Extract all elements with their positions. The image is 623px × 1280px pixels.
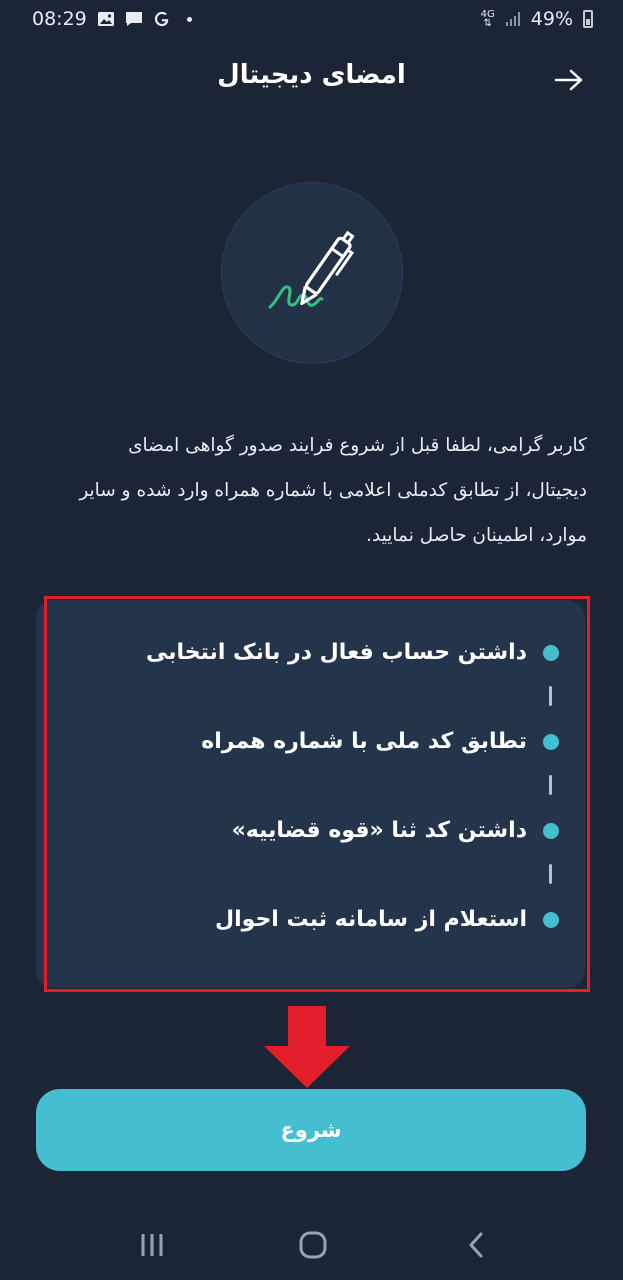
- bullet-dot-icon: [543, 644, 559, 661]
- requirement-connector: [549, 775, 552, 795]
- bullet-dot-icon: [543, 733, 559, 750]
- bullet-dot-icon: [543, 911, 559, 928]
- back-button[interactable]: [551, 64, 587, 96]
- intro-text: کاربر گرامی، لطفا قبل از شروع فرایند صدو…: [27, 423, 587, 558]
- intro-line: کاربر گرامی، لطفا قبل از شروع فرایند صدو…: [128, 435, 587, 456]
- home-button[interactable]: [283, 1222, 343, 1268]
- arrow-down-annotation-icon: [264, 1006, 350, 1088]
- status-bar: 08:29 4G ⇅ 49%: [0, 0, 623, 38]
- requirement-item: استعلام از سامانه ثبت احوال: [215, 907, 559, 932]
- image-icon: [97, 12, 114, 26]
- requirement-connector: [549, 864, 552, 884]
- requirement-label: استعلام از سامانه ثبت احوال: [215, 907, 527, 932]
- message-icon: [125, 12, 142, 26]
- intro-line: موارد، اطمینان حاصل نمایید.: [366, 525, 587, 546]
- requirements-card: داشتن حساب فعال در بانک انتخابی تطابق کد…: [36, 600, 585, 988]
- recent-apps-button[interactable]: [122, 1222, 182, 1268]
- start-button[interactable]: شروع: [36, 1089, 586, 1171]
- home-icon: [299, 1231, 327, 1259]
- status-left: 08:29: [32, 8, 192, 30]
- battery-icon: [583, 10, 593, 28]
- signal-icon: [505, 12, 520, 26]
- requirement-label: تطابق کد ملی با شماره همراه: [201, 729, 527, 754]
- hero-icon-circle: [221, 182, 403, 364]
- requirement-item: داشتن حساب فعال در بانک انتخابی: [146, 640, 559, 665]
- arrow-right-icon: [554, 69, 583, 91]
- battery-percent: 49%: [530, 8, 573, 30]
- recent-apps-icon: [141, 1234, 163, 1256]
- status-right: 4G ⇅ 49%: [481, 8, 593, 30]
- pen-signature-icon: [268, 230, 355, 309]
- back-chevron-icon: [469, 1232, 483, 1258]
- network-indicator: 4G ⇅: [480, 9, 495, 29]
- bullet-dot-icon: [543, 822, 559, 839]
- requirement-item: تطابق کد ملی با شماره همراه: [201, 729, 559, 754]
- google-icon: [154, 11, 168, 27]
- requirement-label: داشتن کد ثنا «قوه قضاییه»: [231, 818, 527, 843]
- intro-line: دیجیتال، از تطابق کدملی اعلامی با شماره …: [79, 480, 587, 501]
- requirement-item: داشتن کد ثنا «قوه قضاییه»: [232, 818, 559, 843]
- app-header: امضای دیجیتال: [0, 50, 623, 110]
- system-back-button[interactable]: [446, 1222, 506, 1268]
- requirement-label: داشتن حساب فعال در بانک انتخابی: [145, 640, 527, 665]
- requirement-connector: [549, 686, 552, 706]
- dot-icon: [186, 16, 192, 22]
- status-time: 08:29: [32, 8, 87, 30]
- navigation-bar: [0, 1210, 623, 1280]
- page-title: امضای دیجیتال: [217, 60, 406, 90]
